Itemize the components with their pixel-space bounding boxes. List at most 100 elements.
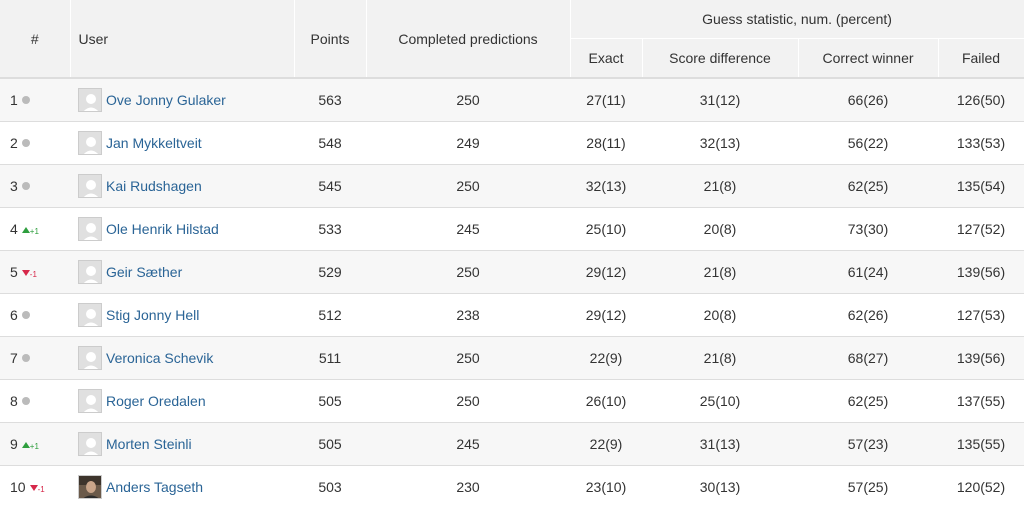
rank-change: +1 [29, 227, 39, 236]
rank-cell: 9 +1 [0, 422, 70, 466]
score-difference-cell: 20(8) [642, 207, 798, 251]
rank-number: 1 [10, 92, 18, 108]
score-difference-cell: 25(10) [642, 379, 798, 423]
score-difference-cell: 31(13) [642, 422, 798, 466]
table-row: 10 -1 Anders Tagseth 503 230 23(10) 30(13) 57(2… [0, 465, 1024, 508]
rank-cell: 2 [0, 121, 70, 165]
rank-number: 10 [10, 479, 26, 495]
table-row: 5 -1 Geir Sæther 529 250 29(12) 21(8) 61(24) 139… [0, 250, 1024, 294]
rank-unchanged-icon [21, 397, 30, 405]
table-header: # User Points Completed predictions Gues… [0, 0, 1024, 78]
avatar[interactable] [78, 131, 102, 155]
points-cell: 563 [294, 77, 366, 122]
user-link[interactable]: Geir Sæther [106, 264, 182, 280]
correct-winner-cell: 62(26) [798, 293, 938, 337]
exact-cell: 29(12) [570, 293, 642, 337]
avatar[interactable] [78, 217, 102, 241]
avatar[interactable] [78, 303, 102, 327]
user-cell: Kai Rudshagen [70, 164, 294, 208]
rank-number: 3 [10, 178, 18, 194]
correct-winner-cell: 57(23) [798, 422, 938, 466]
failed-cell: 133(53) [938, 121, 1024, 165]
rank-number: 9 [10, 436, 18, 452]
avatar[interactable] [78, 389, 102, 413]
completed-predictions-header: Completed predictions [366, 0, 571, 78]
exact-cell: 26(10) [570, 379, 642, 423]
rank-change: +1 [29, 442, 39, 451]
table-row: 8 Roger Oredalen 505 250 26(10) 25(10) 62(25) 1… [0, 379, 1024, 423]
completed-predictions-cell: 245 [366, 422, 570, 466]
rank-cell: 5 -1 [0, 250, 70, 294]
rank-header: # [0, 0, 71, 78]
points-cell: 503 [294, 465, 366, 508]
avatar[interactable] [78, 432, 102, 456]
points-cell: 529 [294, 250, 366, 294]
correct-winner-cell: 56(22) [798, 121, 938, 165]
score-difference-cell: 20(8) [642, 293, 798, 337]
exact-cell: 27(11) [570, 77, 642, 122]
completed-predictions-cell: 245 [366, 207, 570, 251]
points-cell: 505 [294, 422, 366, 466]
leaderboard-table: # User Points Completed predictions Gues… [0, 0, 1024, 508]
rank-down-icon [29, 485, 38, 491]
user-link[interactable]: Veronica Schevik [106, 350, 213, 366]
failed-cell: 127(53) [938, 293, 1024, 337]
score-difference-cell: 32(13) [642, 121, 798, 165]
user-link[interactable]: Stig Jonny Hell [106, 307, 199, 323]
points-cell: 505 [294, 379, 366, 423]
user-link[interactable]: Jan Mykkeltveit [106, 135, 202, 151]
rank-number: 2 [10, 135, 18, 151]
user-link[interactable]: Ole Henrik Hilstad [106, 221, 219, 237]
completed-predictions-cell: 238 [366, 293, 570, 337]
completed-predictions-cell: 250 [366, 250, 570, 294]
correct-winner-cell: 73(30) [798, 207, 938, 251]
avatar[interactable] [78, 346, 102, 370]
points-cell: 533 [294, 207, 366, 251]
guess-statistic-header: Guess statistic, num. (percent) [570, 0, 1024, 39]
rank-change: -1 [37, 485, 45, 494]
user-link[interactable]: Roger Oredalen [106, 393, 206, 409]
points-cell: 512 [294, 293, 366, 337]
completed-predictions-cell: 250 [366, 379, 570, 423]
table-body: 1 Ove Jonny Gulaker 563 250 27(11) 31(12) 66(2… [0, 77, 1024, 508]
failed-cell: 139(56) [938, 336, 1024, 380]
user-link[interactable]: Anders Tagseth [106, 479, 203, 495]
user-cell: Geir Sæther [70, 250, 294, 294]
user-cell: Ove Jonny Gulaker [70, 77, 294, 122]
user-link[interactable]: Kai Rudshagen [106, 178, 202, 194]
avatar[interactable] [78, 174, 102, 198]
score-difference-cell: 31(12) [642, 77, 798, 122]
avatar[interactable] [78, 475, 102, 499]
score-difference-cell: 30(13) [642, 465, 798, 508]
exact-header: Exact [570, 38, 643, 78]
correct-winner-cell: 68(27) [798, 336, 938, 380]
rank-cell: 7 [0, 336, 70, 380]
failed-cell: 127(52) [938, 207, 1024, 251]
rank-cell: 3 [0, 164, 70, 208]
failed-cell: 139(56) [938, 250, 1024, 294]
rank-up-icon [21, 227, 30, 233]
correct-winner-cell: 57(25) [798, 465, 938, 508]
completed-predictions-cell: 250 [366, 77, 570, 122]
user-link[interactable]: Ove Jonny Gulaker [106, 92, 226, 108]
user-cell: Anders Tagseth [70, 465, 294, 508]
user-header: User [70, 0, 295, 78]
user-cell: Ole Henrik Hilstad [70, 207, 294, 251]
points-cell: 548 [294, 121, 366, 165]
rank-up-icon [21, 442, 30, 448]
completed-predictions-cell: 230 [366, 465, 570, 508]
rank-number: 4 [10, 221, 18, 237]
completed-predictions-cell: 250 [366, 164, 570, 208]
rank-unchanged-icon [21, 139, 30, 147]
avatar[interactable] [78, 88, 102, 112]
rank-cell: 10 -1 [0, 465, 70, 508]
avatar[interactable] [78, 260, 102, 284]
correct-winner-header: Correct winner [798, 38, 939, 78]
user-cell: Stig Jonny Hell [70, 293, 294, 337]
user-link[interactable]: Morten Steinli [106, 436, 192, 452]
correct-winner-cell: 62(25) [798, 379, 938, 423]
completed-predictions-cell: 249 [366, 121, 570, 165]
user-cell: Morten Steinli [70, 422, 294, 466]
failed-cell: 135(54) [938, 164, 1024, 208]
rank-number: 5 [10, 264, 18, 280]
